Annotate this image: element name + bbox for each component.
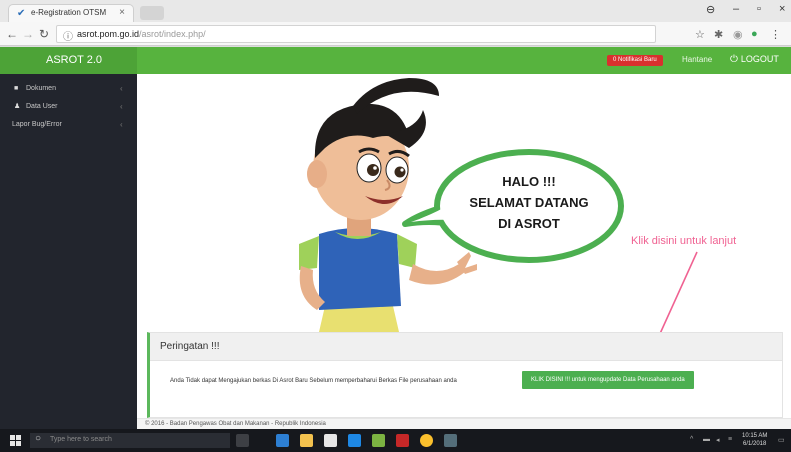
- clock-date: 6/1/2018: [743, 441, 767, 447]
- click-hint-text: Klik disini untuk lanjut: [631, 235, 737, 247]
- edge-icon[interactable]: [348, 434, 361, 447]
- chrome-icon[interactable]: [420, 434, 433, 447]
- close-window-icon[interactable]: ×: [779, 3, 785, 15]
- logout-label: LOGOUT: [740, 54, 779, 64]
- chevron-left-icon: ‹: [120, 84, 123, 93]
- notification-badge[interactable]: 0 Notifikasi Baru: [607, 55, 663, 66]
- extension-icon[interactable]: ✱: [714, 28, 723, 41]
- update-company-data-button[interactable]: KLIK DISINI !!! untuk mengupdate Data Pe…: [522, 371, 694, 389]
- bubble-line-3: DI ASROT: [498, 216, 560, 231]
- app-icon[interactable]: [444, 434, 457, 447]
- language-icon[interactable]: ≡: [728, 436, 732, 443]
- url-text: asrot.pom.go.id/asrot/index.php/: [77, 29, 206, 39]
- reload-icon[interactable]: ↻: [39, 27, 49, 41]
- maximize-icon[interactable]: ▫: [757, 3, 761, 15]
- chevron-left-icon: ‹: [120, 120, 123, 129]
- volume-icon[interactable]: ◂: [716, 436, 720, 444]
- brand-logo[interactable]: ASROT 2.0: [0, 47, 137, 74]
- app-icon[interactable]: [276, 434, 289, 447]
- favicon-icon: ✔: [17, 8, 26, 19]
- account-icon[interactable]: ⊖: [706, 3, 715, 16]
- notification-center-icon[interactable]: ▭: [778, 436, 785, 444]
- bookmark-star-icon[interactable]: ☆: [695, 28, 705, 41]
- cortana-icon: ○: [35, 433, 42, 444]
- sidebar-item-label: Data User: [26, 103, 58, 110]
- chevron-left-icon: ‹: [120, 102, 123, 111]
- taskbar-search[interactable]: ○ Type here to search: [30, 433, 230, 448]
- url-field[interactable]: ⓘ asrot.pom.go.id/asrot/index.php/: [56, 25, 656, 43]
- file-icon: ■: [14, 85, 19, 92]
- url-path: /asrot/index.php/: [139, 29, 206, 39]
- task-view-icon[interactable]: [236, 434, 249, 447]
- file-explorer-icon[interactable]: [300, 434, 313, 447]
- sidebar-item-label: Dokumen: [26, 85, 56, 92]
- clock-time: 10:15 AM: [742, 433, 768, 439]
- close-tab-icon[interactable]: ×: [119, 7, 125, 18]
- browser-tab[interactable]: ✔ e-Registration OTSM ×: [8, 4, 134, 22]
- back-icon[interactable]: ←: [6, 27, 18, 41]
- bubble-line-1: HALO !!!: [502, 174, 555, 189]
- logout-button[interactable]: ⏻ LOGOUT: [730, 54, 779, 65]
- windows-taskbar: ○ Type here to search ^ ▬ ◂ ≡ 10:15 AM 6…: [0, 429, 791, 452]
- user-icon: ♟: [14, 103, 21, 110]
- sidebar: ■ Dokumen ‹ ♟ Data User ‹ Lapor Bug/Erro…: [0, 74, 137, 429]
- power-icon: ⏻: [730, 54, 738, 65]
- bubble-line-2: SELAMAT DATANG: [469, 195, 588, 210]
- app-icon[interactable]: [372, 434, 385, 447]
- warning-panel: Peringatan !!! Anda Tidak dapat Mengajuk…: [147, 332, 783, 418]
- profile-link[interactable]: Hantane: [682, 55, 712, 64]
- app-header: ASROT 2.0 0 Notifikasi Baru Hantane ⏻ LOG…: [0, 47, 791, 74]
- sidebar-item-data-user[interactable]: ♟ Data User ‹: [0, 98, 137, 116]
- minimize-icon[interactable]: –: [733, 3, 739, 15]
- forward-icon[interactable]: →: [22, 27, 34, 41]
- warning-title: Peringatan !!!: [150, 333, 782, 361]
- address-bar-row: ← → ↻ ⓘ asrot.pom.go.id/asrot/index.php/…: [0, 22, 791, 46]
- windows-start-icon[interactable]: [10, 435, 21, 446]
- sidebar-item-dokumen[interactable]: ■ Dokumen ‹: [0, 80, 137, 98]
- browser-tabbar: ✔ e-Registration OTSM × ⊖ – ▫ ×: [0, 0, 791, 22]
- store-icon[interactable]: [324, 434, 337, 447]
- menu-icon[interactable]: ⋮: [770, 28, 781, 41]
- sidebar-item-label: Lapor Bug/Error: [12, 121, 62, 128]
- network-icon[interactable]: ▬: [703, 436, 710, 443]
- app-icon[interactable]: [396, 434, 409, 447]
- tray-chevron-icon[interactable]: ^: [690, 436, 693, 443]
- sidebar-item-lapor-bug[interactable]: Lapor Bug/Error ‹: [0, 116, 137, 134]
- tab-title: e-Registration OTSM: [31, 8, 107, 17]
- new-tab-button[interactable]: [140, 6, 164, 20]
- footer: © 2016 - Badan Pengawas Obat dan Makanan…: [137, 418, 791, 429]
- taskbar-search-placeholder: Type here to search: [50, 436, 112, 443]
- extension-icon[interactable]: ◉: [733, 28, 743, 41]
- url-host: asrot.pom.go.id: [77, 29, 140, 39]
- warning-text: Anda Tidak dapat Mengajukan berkas Di As…: [170, 378, 457, 384]
- extension-icon[interactable]: ●: [751, 28, 758, 40]
- info-icon[interactable]: ⓘ: [63, 28, 73, 43]
- taskbar-clock[interactable]: 10:15 AM 6/1/2018: [742, 432, 767, 448]
